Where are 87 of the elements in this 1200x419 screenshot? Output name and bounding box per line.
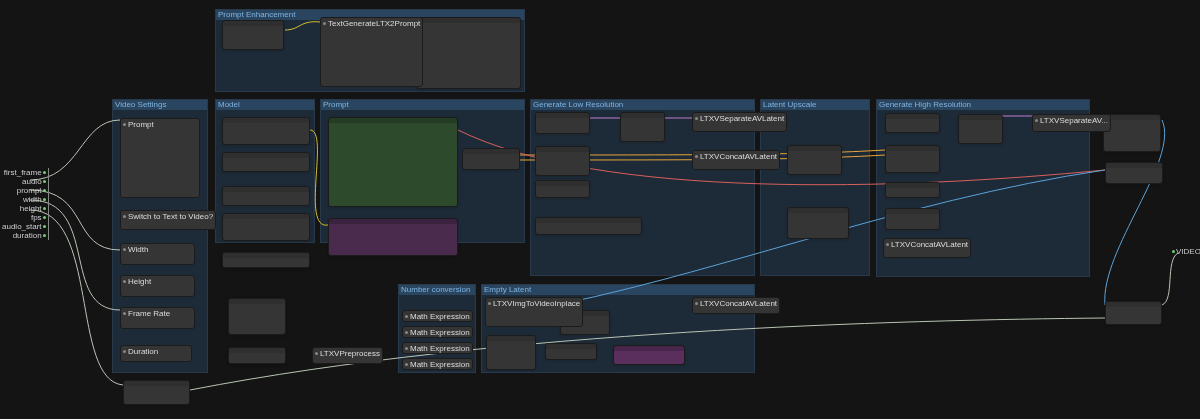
node-title: Width	[128, 245, 149, 254]
graph-node[interactable]: Prompt	[120, 118, 200, 198]
graph-node[interactable]: Height	[120, 275, 195, 297]
socket-icon	[42, 234, 46, 237]
graph-node[interactable]: Math Expression	[402, 358, 473, 370]
graph-node	[228, 298, 286, 335]
graph-node	[545, 343, 597, 360]
graph-node[interactable]: LTXVConcatAVLatent	[883, 238, 972, 258]
graph-node[interactable]: Switch to Text to Video?	[120, 210, 217, 230]
graph-node	[787, 207, 849, 239]
input-label: audio_start	[2, 222, 42, 231]
group-title: Generate High Resolution	[879, 101, 972, 109]
node-title: TextGenerateLTX2Prompt	[328, 19, 421, 28]
input-label: width	[22, 195, 42, 204]
node-title: Switch to Text to Video?	[128, 212, 214, 221]
input-label: prompt	[16, 186, 42, 195]
graph-node	[613, 345, 685, 365]
graph-node	[123, 380, 190, 405]
graph-node[interactable]: TextGenerateLTX2Prompt	[320, 17, 424, 87]
node-title: LTXVConcatAVLatent	[700, 299, 778, 308]
input-label: height	[19, 204, 42, 213]
group-title: Prompt	[323, 101, 349, 109]
node-title: LTXVConcatAVLatent	[891, 240, 969, 249]
graph-node[interactable]: LTXVSeparateAVLatent	[692, 112, 788, 132]
socket-icon	[42, 216, 46, 219]
graph-node	[486, 335, 536, 370]
graph-node	[620, 112, 665, 142]
graph-node	[1105, 162, 1163, 184]
node-title: LTXVSeparateAVLatent	[700, 114, 785, 123]
socket-icon	[42, 225, 46, 228]
socket-icon	[42, 180, 46, 183]
graph-node	[535, 146, 590, 176]
input-label: duration	[12, 231, 42, 240]
group-title: Video Settings	[115, 101, 167, 109]
node-title: LTXVPreprocess	[320, 349, 380, 358]
input-label: first_frame	[3, 168, 42, 177]
graph-node	[787, 145, 842, 175]
node-title: LTXVImgToVideoInplace	[493, 299, 581, 308]
graph-node	[1105, 301, 1162, 325]
connection-wire	[284, 21, 321, 31]
socket-icon	[1172, 250, 1175, 253]
node-title: Math Expression	[410, 328, 470, 337]
socket-icon	[42, 189, 46, 192]
graph-node[interactable]: Width	[120, 243, 195, 265]
graph-node	[535, 112, 590, 134]
node-title: Math Expression	[410, 344, 470, 353]
graph-node[interactable]: Math Expression	[402, 310, 473, 322]
graph-node	[535, 180, 590, 198]
node-title: Duration	[128, 347, 159, 356]
output-label: VIDEO	[1176, 247, 1200, 256]
node-title: Math Expression	[410, 312, 470, 321]
node-title: Math Expression	[410, 360, 470, 369]
input-label: audio	[22, 177, 42, 186]
graph-node	[958, 114, 1003, 144]
graph-node[interactable]: LTXVConcatAVLatent	[692, 150, 781, 170]
graph-node[interactable]: LTXVConcatAVLatent	[692, 297, 781, 314]
node-title: LTXVSeparateAV...	[1040, 116, 1108, 125]
graph-node	[885, 113, 940, 133]
graph-node	[885, 182, 940, 198]
socket-icon	[42, 171, 46, 174]
group-title: Latent Upscale	[763, 101, 817, 109]
input-label: fps	[30, 213, 42, 222]
group-title: Empty Latent	[484, 286, 532, 294]
node-title: Prompt	[128, 120, 154, 129]
graph-node	[885, 145, 940, 173]
connection-wire	[589, 117, 621, 119]
connection-wire	[664, 117, 693, 119]
node-title: Frame Rate	[128, 309, 171, 318]
graph-node[interactable]: Math Expression	[402, 326, 473, 338]
node-title: LTXVConcatAVLatent	[700, 152, 778, 161]
node-title: Height	[128, 277, 152, 286]
graph-node	[222, 20, 284, 50]
group-title: Prompt Enhancement	[218, 11, 296, 19]
graph-node[interactable]: LTXVSeparateAV...	[1032, 114, 1111, 132]
socket-icon	[42, 207, 46, 210]
group-title: Number conversion	[401, 286, 471, 294]
group-title: Generate Low Resolution	[533, 101, 624, 109]
graph-node	[885, 208, 940, 230]
graph-node	[462, 148, 520, 170]
graph-node[interactable]: Math Expression	[402, 342, 473, 354]
graph-node[interactable]: Frame Rate	[120, 307, 195, 329]
graph-node	[228, 347, 286, 364]
group-title: Model	[218, 101, 240, 109]
graph-node[interactable]: LTXVImgToVideoInplace	[485, 297, 584, 327]
graph-node[interactable]: Duration	[120, 345, 192, 362]
graph-node[interactable]: LTXVPreprocess	[312, 347, 383, 364]
socket-icon	[42, 198, 46, 201]
